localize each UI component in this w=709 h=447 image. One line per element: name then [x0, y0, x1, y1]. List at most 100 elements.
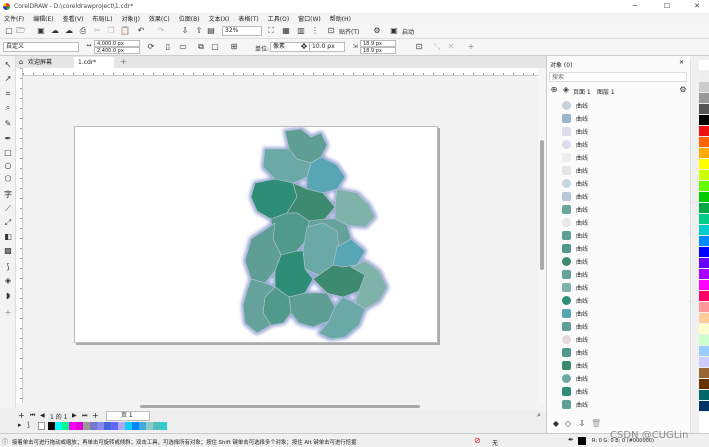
menu-object[interactable]: 对象(J) — [121, 14, 139, 23]
palette-swatch[interactable] — [699, 335, 709, 346]
shape-tool-icon[interactable]: ↗ — [3, 74, 13, 84]
palette-swatch[interactable] — [699, 148, 709, 159]
first-page-icon[interactable]: ⏮ — [30, 412, 35, 420]
transform-icon[interactable]: ✕ — [446, 42, 456, 52]
palette-swatch[interactable] — [104, 422, 111, 430]
page-tab[interactable]: 页 1 — [106, 411, 150, 421]
palette-swatch[interactable] — [90, 422, 97, 430]
palette-swatch[interactable] — [699, 236, 709, 247]
duplicate-y-field[interactable]: 18.9 px — [360, 47, 396, 54]
map-region[interactable] — [306, 156, 346, 194]
freehand-tool-icon[interactable]: ✎ — [3, 119, 13, 129]
scale-icon[interactable]: ⤡ — [432, 42, 442, 52]
zoom-tool-icon[interactable]: ⌕ — [3, 103, 13, 113]
merge-icon[interactable]: ⇩ — [577, 419, 587, 429]
menu-bitmaps[interactable]: 位图(B) — [179, 14, 200, 23]
copy-icon[interactable]: ❐ — [106, 26, 116, 36]
page-frame-icon[interactable]: ⊡ — [414, 42, 424, 52]
list-item[interactable]: 曲线 — [559, 203, 679, 216]
list-item[interactable]: 曲线 — [559, 268, 679, 281]
list-item[interactable]: 曲线 — [559, 372, 679, 385]
palette-swatch[interactable] — [699, 269, 709, 280]
menu-view[interactable]: 查看(V) — [63, 14, 84, 23]
eyedropper-icon[interactable]: ⟆ — [3, 262, 13, 272]
palette-swatch[interactable] — [699, 357, 709, 368]
add-page-before-icon[interactable]: + — [18, 411, 25, 420]
text-tool-icon[interactable]: 字 — [3, 190, 13, 200]
new-document-icon[interactable]: ▢ — [4, 26, 14, 36]
outline-color-swatch[interactable] — [578, 437, 586, 445]
layer-label[interactable]: 图层 1 — [597, 87, 615, 96]
interactive-fill-icon[interactable]: ◈ — [3, 276, 13, 286]
rectangle-tool-icon[interactable]: □ — [3, 148, 13, 158]
connector-tool-icon[interactable]: ⤢ — [3, 218, 13, 228]
palette-swatch[interactable] — [699, 137, 709, 148]
page-width-field[interactable]: 4,000.0 px — [94, 40, 140, 47]
list-item[interactable]: 曲线 — [559, 281, 679, 294]
publish-pdf-icon[interactable]: ▤ — [206, 26, 216, 36]
list-item[interactable]: 曲线 — [559, 216, 679, 229]
outline-pen-icon[interactable]: ✒ — [568, 436, 574, 444]
list-item[interactable]: 曲线 — [559, 255, 679, 268]
palette-swatch[interactable] — [699, 71, 709, 82]
list-item[interactable]: 曲线 — [559, 359, 679, 372]
palette-swatch[interactable] — [699, 346, 709, 357]
new-layer-icon[interactable]: ◆ — [551, 419, 561, 429]
menu-layout[interactable]: 布局(L) — [92, 14, 112, 23]
anhui-map-drawing[interactable] — [75, 127, 439, 344]
palette-swatch[interactable] — [83, 422, 90, 430]
drawing-canvas[interactable] — [23, 76, 538, 403]
palette-swatch[interactable] — [699, 247, 709, 258]
no-color-swatch[interactable] — [38, 422, 45, 430]
drop-shadow-icon[interactable]: ◧ — [3, 232, 13, 242]
menu-text[interactable]: 文本(X) — [209, 14, 230, 23]
export-icon[interactable]: ⇧ — [194, 26, 204, 36]
transparency-icon[interactable]: ▩ — [3, 246, 13, 256]
launch-dropdown[interactable]: 启动 — [402, 27, 414, 36]
rulers-icon[interactable]: ▦ — [281, 26, 291, 36]
menu-effects[interactable]: 效果(C) — [149, 14, 170, 23]
list-item[interactable]: 曲线 — [559, 320, 679, 333]
palette-swatch[interactable] — [699, 401, 709, 412]
palette-swatch[interactable] — [76, 422, 83, 430]
palette-swatch[interactable] — [699, 225, 709, 236]
polygon-tool-icon[interactable]: ⬡ — [3, 174, 13, 184]
palette-swatch[interactable] — [699, 258, 709, 269]
add-tool-icon[interactable]: + — [3, 308, 13, 318]
horizontal-scroll-thumb[interactable] — [140, 405, 420, 408]
guidelines-icon[interactable]: ⋮ — [310, 26, 320, 36]
zoom-navigator-icon[interactable]: ⌕ — [537, 411, 541, 420]
palette-swatch[interactable] — [699, 159, 709, 170]
snap-to-dropdown[interactable]: 贴齐(T) — [339, 27, 359, 36]
settings-gear-icon[interactable]: ⚙ — [372, 26, 382, 36]
palette-swatch[interactable] — [55, 422, 62, 430]
palette-swatch[interactable] — [699, 203, 709, 214]
palette-swatch[interactable] — [111, 422, 118, 430]
palette-swatch[interactable] — [699, 60, 709, 71]
palette-swatch[interactable] — [146, 422, 153, 430]
palette-swatch[interactable] — [97, 422, 104, 430]
parallel-dimension-icon[interactable]: ⟋ — [3, 204, 13, 214]
bleed-icon[interactable]: ⊞ — [229, 42, 239, 52]
palette-swatch[interactable] — [118, 422, 125, 430]
grid-icon[interactable]: ▥ — [296, 26, 306, 36]
palette-swatch[interactable] — [160, 422, 167, 430]
list-item[interactable]: 曲线 — [559, 164, 679, 177]
palette-swatch[interactable] — [699, 390, 709, 401]
docker-side-tabs[interactable] — [690, 60, 699, 433]
nudge-distance-field[interactable]: 10.0 px — [309, 42, 345, 52]
add-icon[interactable]: + — [466, 42, 476, 52]
landscape-icon[interactable]: ▭ — [178, 42, 188, 52]
list-item[interactable]: 曲线 — [559, 125, 679, 138]
full-screen-icon[interactable]: ⛶ — [266, 26, 276, 36]
list-item[interactable]: 曲线 — [559, 99, 679, 112]
next-page-icon[interactable]: ▶ — [72, 412, 77, 419]
horizontal-ruler[interactable] — [23, 68, 538, 76]
current-page-icon[interactable]: ▢ — [210, 42, 220, 52]
palette-swatch[interactable] — [153, 422, 160, 430]
menu-table[interactable]: 表格(T) — [238, 14, 258, 23]
paste-icon[interactable]: 📋 — [120, 26, 130, 36]
eyedropper-icon[interactable]: ⟆ — [27, 421, 30, 429]
new-tab-icon[interactable]: + — [120, 57, 127, 66]
artistic-media-icon[interactable]: ✒ — [3, 134, 13, 144]
